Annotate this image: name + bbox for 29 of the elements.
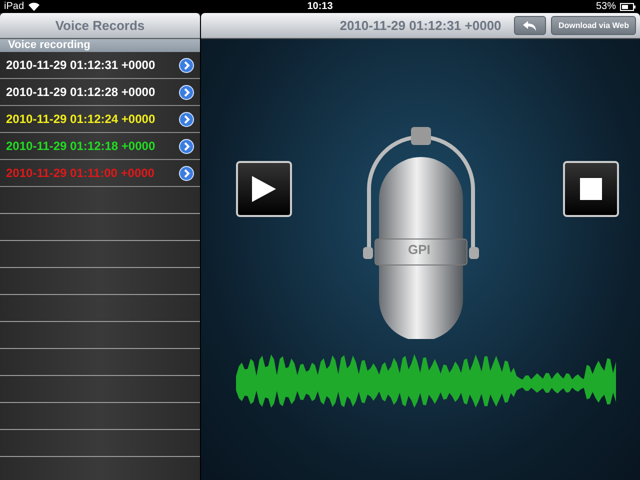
recording-timestamp: 2010-11-29 01:12:31 +0000 bbox=[6, 58, 156, 72]
disclosure-icon[interactable] bbox=[179, 58, 194, 72]
clock: 10:13 bbox=[307, 1, 333, 12]
battery-percent: 53% bbox=[596, 1, 616, 12]
microphone-label: GPI bbox=[408, 242, 430, 257]
wifi-icon bbox=[28, 2, 40, 11]
recording-row[interactable]: 2010-11-29 01:12:24 +0000 bbox=[0, 106, 200, 133]
play-icon bbox=[252, 176, 276, 202]
sidebar-title: Voice Records bbox=[55, 18, 145, 33]
back-button[interactable] bbox=[514, 16, 546, 35]
battery-icon bbox=[620, 2, 636, 10]
disclosure-icon[interactable] bbox=[179, 138, 194, 154]
disclosure-icon[interactable] bbox=[179, 112, 194, 126]
detail-title: 2010-11-29 01:12:31 +0000 bbox=[340, 18, 502, 33]
device-name: iPad bbox=[4, 1, 24, 12]
recording-timestamp: 2010-11-29 01:12:24 +0000 bbox=[6, 112, 156, 126]
stop-icon bbox=[580, 178, 602, 200]
recording-timestamp: 2010-11-29 01:12:18 +0000 bbox=[6, 139, 156, 153]
recording-row[interactable]: 2010-11-29 01:12:28 +0000 bbox=[0, 79, 200, 106]
recording-timestamp: 2010-11-29 01:12:28 +0000 bbox=[6, 85, 156, 99]
disclosure-icon[interactable] bbox=[179, 84, 194, 100]
disclosure-icon[interactable] bbox=[179, 166, 194, 180]
recording-row[interactable]: 2010-11-29 01:12:31 +0000 bbox=[0, 52, 200, 79]
play-button[interactable] bbox=[236, 161, 292, 217]
recording-timestamp: 2010-11-29 01:11:00 +0000 bbox=[6, 166, 154, 180]
stop-button[interactable] bbox=[563, 161, 619, 217]
reply-arrow-icon bbox=[523, 20, 538, 30]
recording-row[interactable]: 2010-11-29 01:12:18 +0000 bbox=[0, 133, 200, 160]
section-header: Voice recording bbox=[0, 39, 200, 52]
